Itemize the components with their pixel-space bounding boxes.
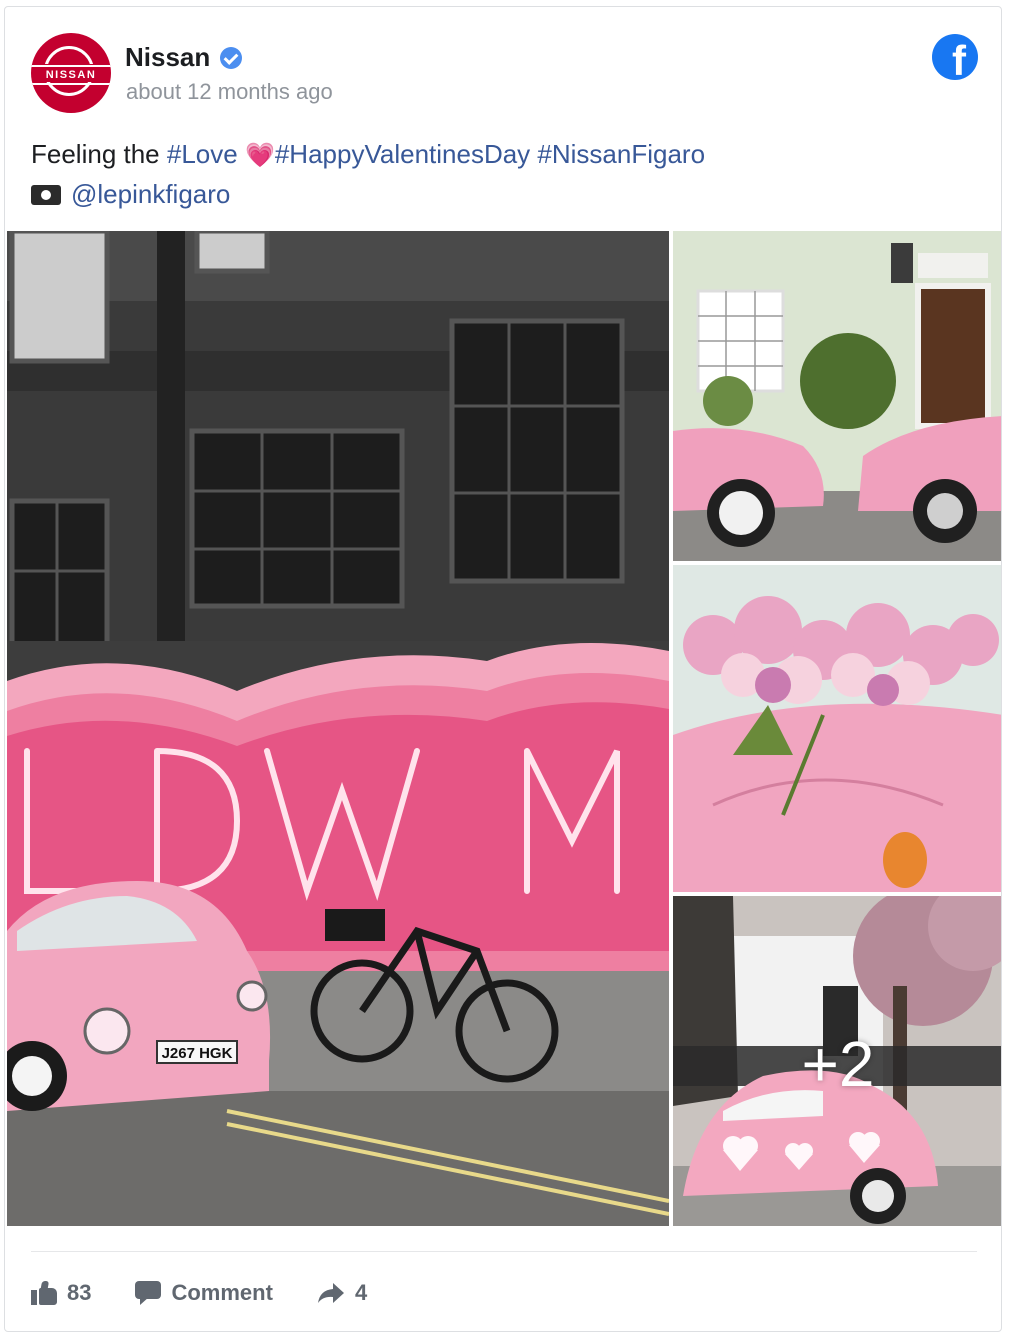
photo-thumbnail-2[interactable] [673,565,1001,892]
photo-thumbnail-1[interactable] [673,231,1001,561]
facebook-icon[interactable]: f [932,34,978,80]
actions-divider [31,1251,977,1252]
photo-main[interactable]: J267 HGK [7,231,669,1226]
nissan-logo: NISSAN [31,65,111,85]
page-name[interactable]: Nissan [125,42,243,73]
hashtag-love[interactable]: #Love [167,139,238,169]
hashtag-nissanfigaro[interactable]: #NissanFigaro [537,139,705,169]
mention-lepinkfigaro[interactable]: @lepinkfigaro [71,179,230,209]
post-timestamp[interactable]: about 12 months ago [126,79,333,105]
like-icon [31,1281,57,1305]
comment-button[interactable]: Comment [135,1280,273,1306]
comment-icon [135,1281,162,1305]
post-caption: Feeling the #Love 💗#HappyValentinesDay #… [31,139,706,209]
share-button[interactable]: 4 [317,1280,367,1306]
more-photos-count[interactable]: +2 [673,1032,1001,1096]
avatar[interactable]: NISSAN [31,33,111,113]
like-button[interactable]: 83 [31,1280,91,1306]
heart-emoji: 💗 [244,142,275,169]
hashtag-happyvalentinesday[interactable]: #HappyValentinesDay [275,139,530,169]
post-actions: 83 Comment 4 [31,1275,411,1311]
svg-text:J267 HGK: J267 HGK [162,1045,233,1062]
verified-badge-icon [220,46,243,69]
camera-icon [31,185,61,205]
share-icon [317,1281,345,1305]
post-card: NISSAN Nissan about 12 months ago f Feel… [4,6,1002,1332]
like-count: 83 [67,1280,92,1305]
comment-label: Comment [171,1280,273,1305]
share-count: 4 [354,1280,368,1305]
